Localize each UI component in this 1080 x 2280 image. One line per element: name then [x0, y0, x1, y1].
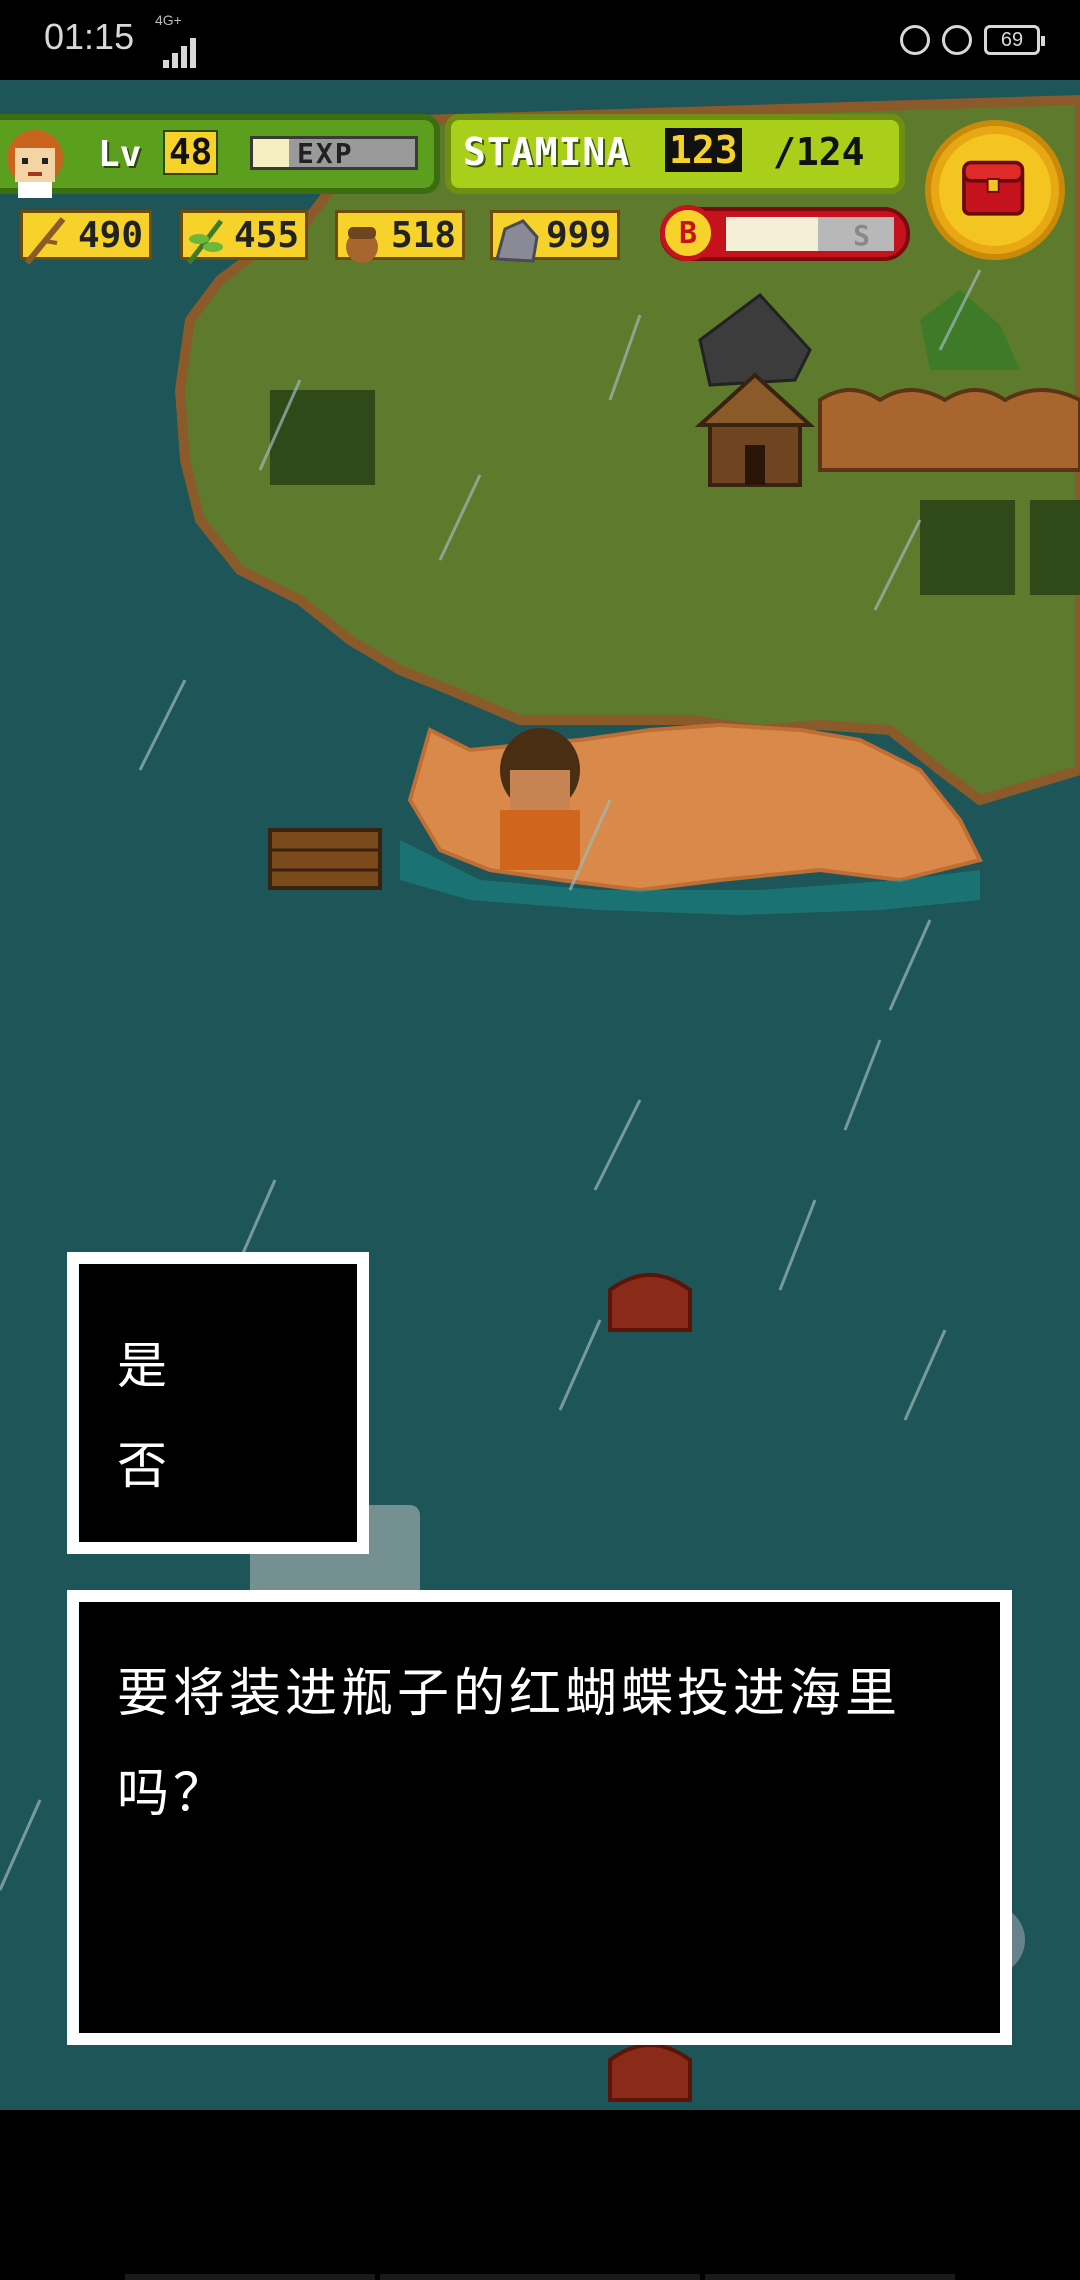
leaf-icon — [187, 219, 223, 265]
boost-gauge: S — [726, 217, 894, 252]
treasure-chest-icon — [962, 160, 1025, 216]
treasure-chest-button[interactable] — [925, 120, 1065, 260]
stamina-label: STAMINA — [463, 130, 631, 174]
branch-icon — [24, 217, 66, 265]
lock-icon — [900, 25, 930, 55]
exp-fill — [253, 139, 289, 167]
stamina-panel: STAMINA 123 /124 — [445, 114, 905, 194]
resource-leaf: 455 — [180, 210, 308, 265]
status-time: 01:15 — [44, 16, 135, 57]
level-label: Lv — [98, 134, 142, 175]
exp-label: EXP — [297, 137, 354, 170]
level-value: 48 — [163, 130, 219, 175]
resource-stone: 999 — [490, 210, 620, 263]
battery-level: 69 — [1000, 28, 1024, 51]
nav-divider — [125, 2274, 375, 2280]
boost-bar[interactable]: S B — [660, 205, 910, 261]
exp-bar: EXP — [250, 136, 418, 170]
acorn-icon — [346, 227, 378, 263]
signal-icon — [163, 38, 197, 68]
navigation-bar — [0, 2110, 1080, 2280]
alarm-icon — [942, 25, 972, 55]
choice-no[interactable]: 否 — [117, 1426, 167, 1498]
boost-end-label: S — [853, 219, 870, 252]
resource-nut: 518 — [335, 210, 465, 263]
stamina-max: /124 — [773, 130, 865, 174]
resource-branch-value: 490 — [77, 214, 143, 256]
game-view[interactable]: Lv 48 EXP STAMINA 123 /124 490 455 518 9… — [0, 80, 1080, 2110]
nav-divider — [705, 2274, 955, 2280]
boost-gauge-fill — [726, 217, 819, 251]
resource-stone-value: 999 — [545, 214, 611, 256]
message-box[interactable]: 要将装进瓶子的红蝴蝶投进海里吗？ — [67, 1590, 1012, 2045]
choice-yes[interactable]: 是 — [117, 1326, 167, 1398]
choice-box: 是 否 — [67, 1252, 369, 1554]
battery-icon: 69 — [984, 25, 1045, 55]
stamina-current: 123 — [665, 128, 742, 172]
status-bar: 01:15 4G+ 69 — [0, 0, 1080, 80]
player-avatar-icon — [7, 130, 63, 198]
stone-icon — [495, 219, 539, 263]
network-type: 4G+ — [155, 12, 182, 28]
boost-icon: B — [660, 205, 716, 261]
nav-divider — [380, 2274, 700, 2280]
resource-leaf-value: 455 — [233, 214, 299, 256]
level-panel: Lv 48 EXP — [0, 114, 440, 198]
resource-branch: 490 — [20, 210, 152, 265]
message-text: 要将装进瓶子的红蝴蝶投进海里吗？ — [117, 1664, 902, 1824]
resource-nut-value: 518 — [390, 214, 456, 256]
